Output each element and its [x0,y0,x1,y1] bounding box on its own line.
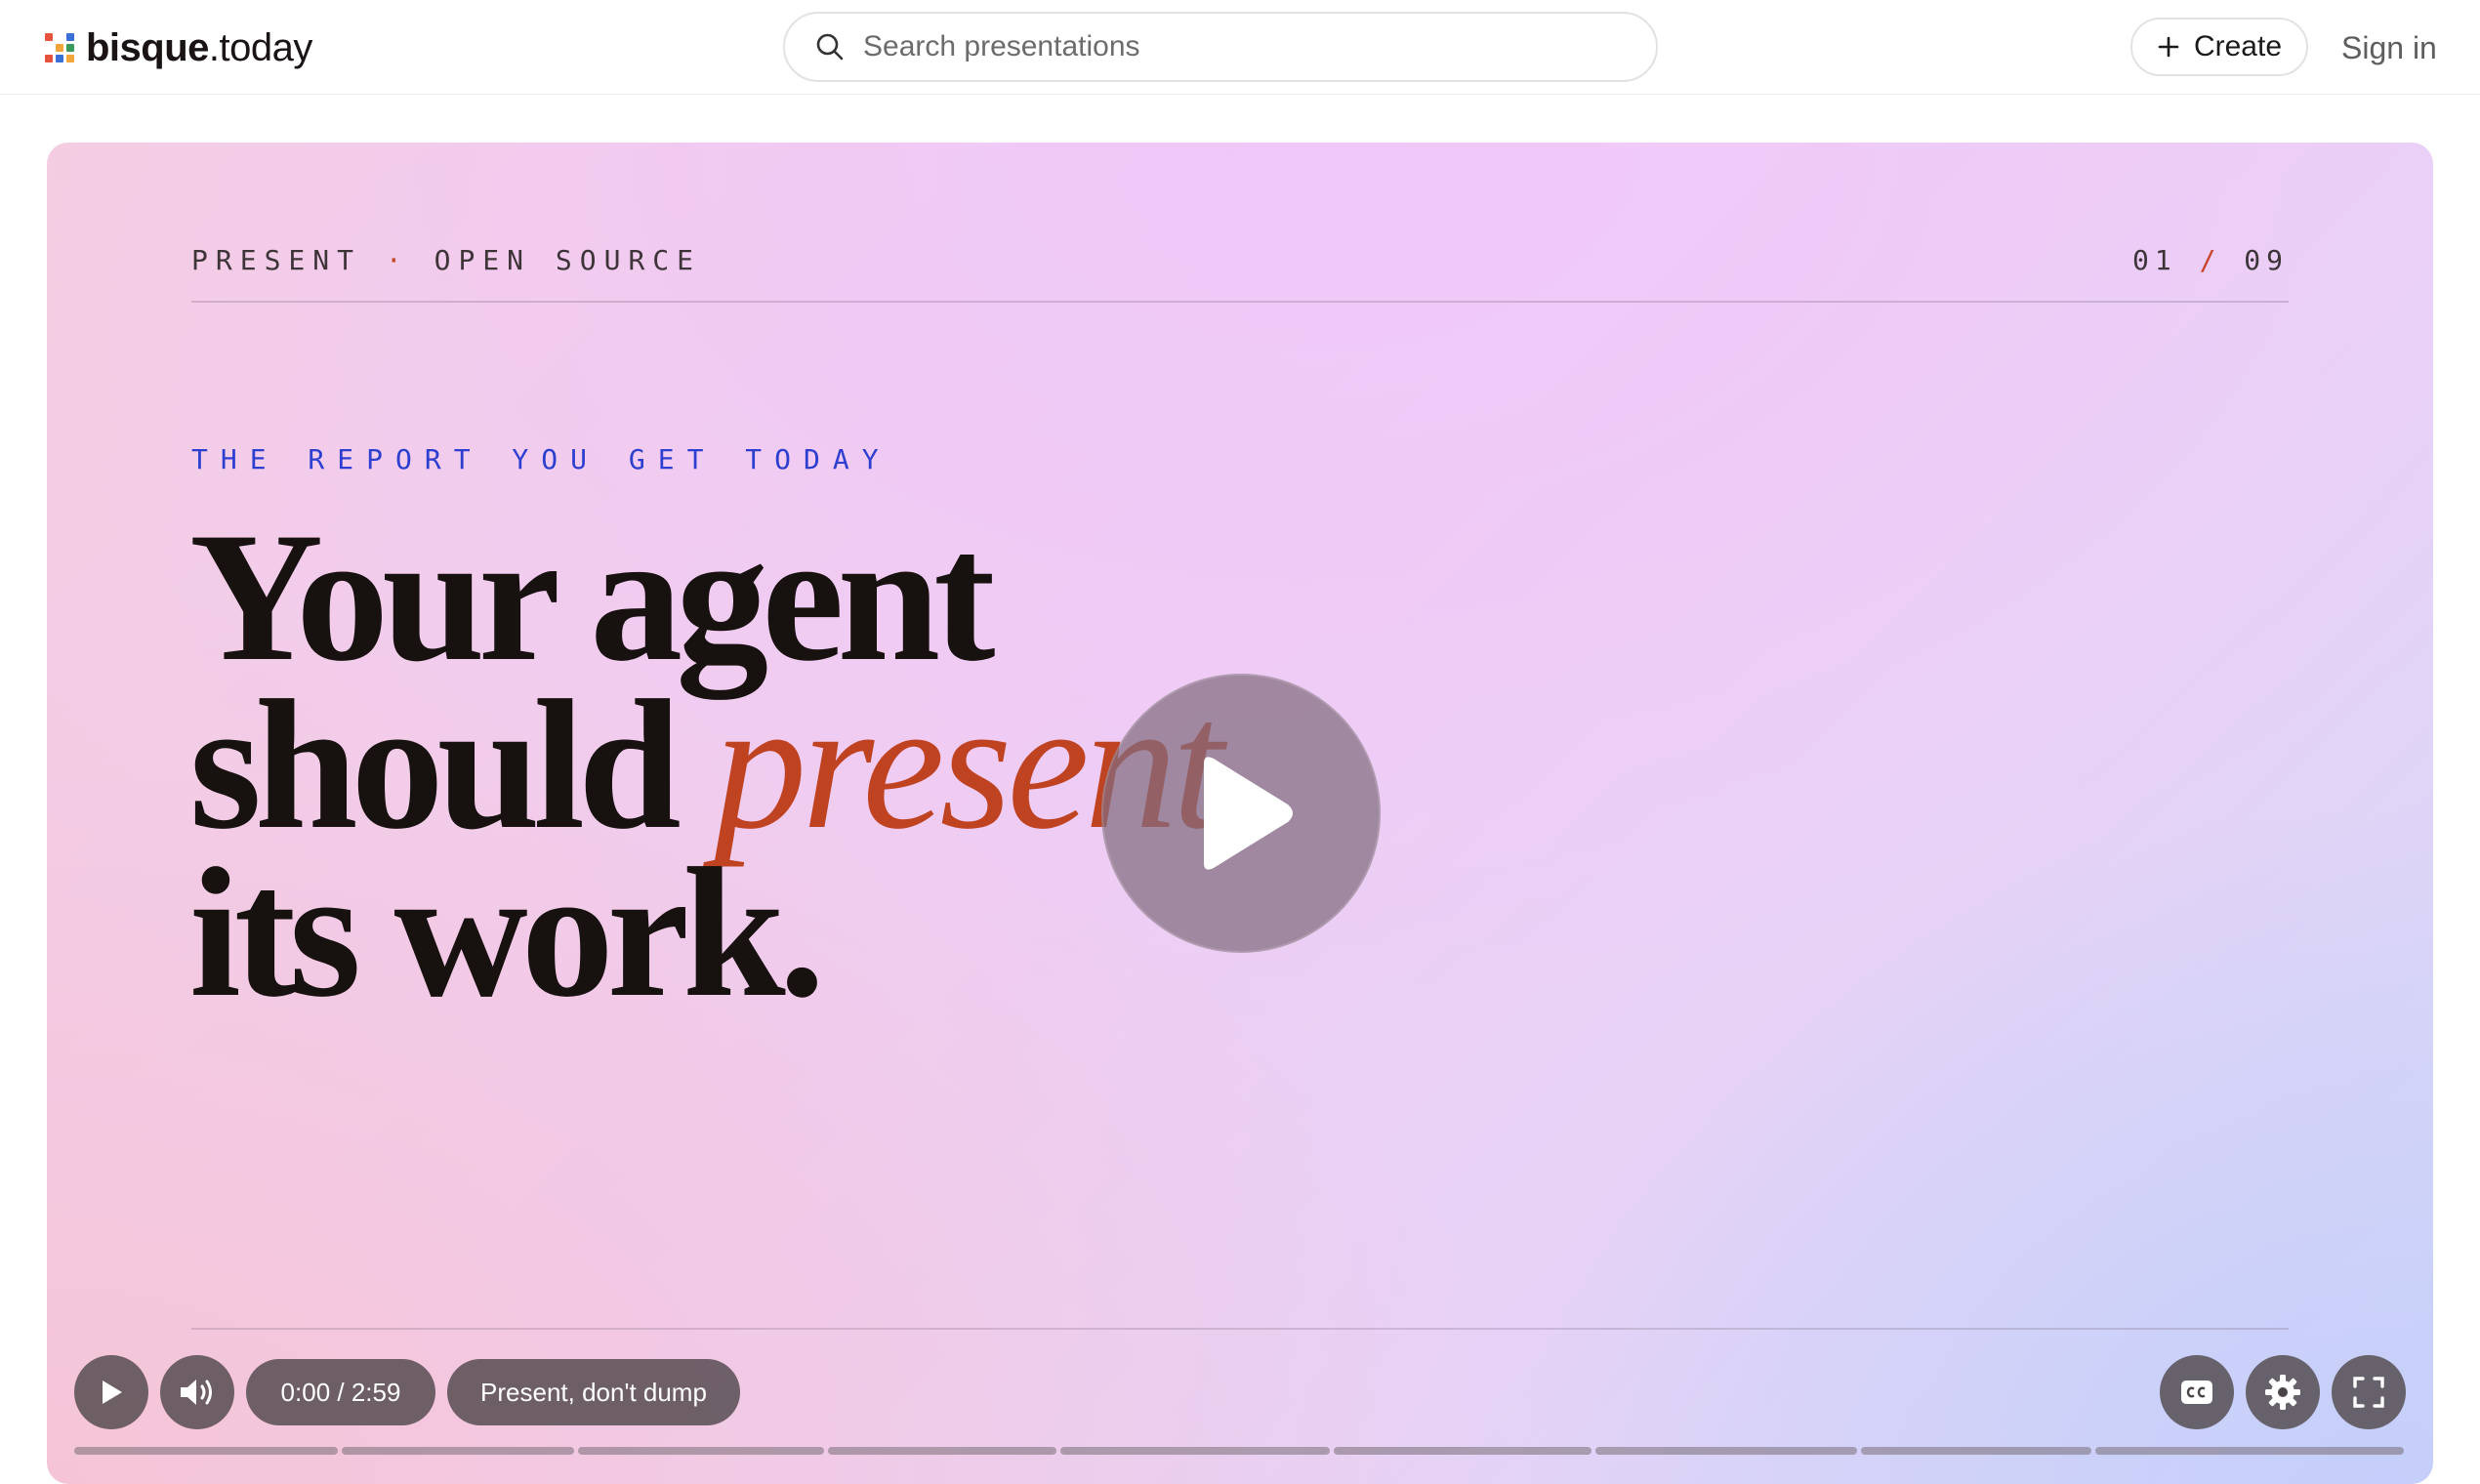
kicker-separator: · [385,244,410,276]
chapter-segment-9[interactable] [2095,1447,2404,1455]
chapter-title[interactable]: Present, don't dump [447,1359,740,1425]
chapter-segment-4[interactable] [828,1447,1056,1455]
sign-in-link[interactable]: Sign in [2341,23,2437,72]
big-play-button[interactable] [1101,674,1381,953]
slide-footer-divider [191,1328,2289,1330]
slide-counter-total: 09 [2244,244,2289,276]
play-icon [1204,757,1293,870]
chapter-segment-7[interactable] [1595,1447,1857,1455]
slide-counter-current: 01 [2131,244,2177,276]
time-display: 0:00 / 2:59 [246,1359,435,1425]
create-button[interactable]: Create [2130,18,2308,76]
gear-icon [2265,1375,2300,1410]
chapter-segment-3[interactable] [578,1447,824,1455]
fullscreen-icon [2353,1377,2384,1408]
logo-text-bold: bisque [86,26,209,69]
fullscreen-button[interactable] [2332,1355,2406,1429]
captions-button[interactable] [2160,1355,2234,1429]
slide-kicker: PRESENT · OPEN SOURCE [191,244,701,276]
slide-counter: 01 / 09 [2132,244,2289,276]
logo-icon [45,33,74,62]
slide-header: PRESENT · OPEN SOURCE 01 / 09 [191,244,2289,303]
headline-line-1: Your agent [189,495,996,700]
headline-line-3: its work. [189,831,825,1036]
top-bar: bisque.today Create Sign in [0,0,2480,95]
search-input[interactable] [863,30,1644,63]
create-button-label: Create [2193,30,2283,62]
kicker-left: PRESENT [191,244,362,276]
slide-eyebrow: THE REPORT YOU GET TODAY [191,443,891,475]
search-icon [816,33,844,61]
play-small-icon [103,1381,122,1404]
chapter-segment-6[interactable] [1334,1447,1591,1455]
video-player[interactable]: PRESENT · OPEN SOURCE 01 / 09 THE REPORT… [47,143,2433,1484]
logo[interactable]: bisque.today [45,23,312,72]
settings-button[interactable] [2246,1355,2320,1429]
chapter-segment-8[interactable] [1861,1447,2091,1455]
chapter-segment-5[interactable] [1060,1447,1330,1455]
volume-button[interactable] [160,1355,234,1429]
logo-text-rest: .today [208,26,312,69]
logo-text: bisque.today [86,28,312,67]
slide-headline: Your agent should present its work. [189,495,1263,1036]
kicker-right: OPEN SOURCE [434,244,702,276]
volume-icon [181,1380,212,1405]
play-button[interactable] [74,1355,148,1429]
chapter-segment-2[interactable] [342,1447,574,1455]
slide-counter-separator: / [2199,244,2222,276]
chapter-segment-1[interactable] [74,1447,338,1455]
chapter-progress-bar[interactable] [74,1447,2408,1455]
plus-icon [2158,36,2179,58]
search-bar[interactable] [783,12,1658,82]
closed-captions-icon [2181,1381,2212,1404]
